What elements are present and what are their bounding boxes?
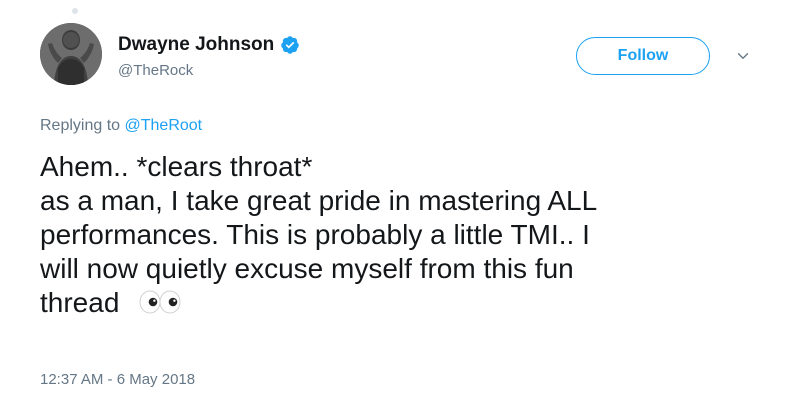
- tweet-line: as a man, I take great pride in masterin…: [40, 185, 598, 216]
- follow-button[interactable]: Follow: [576, 37, 710, 75]
- verified-badge-icon: [280, 35, 300, 55]
- author-info[interactable]: Dwayne Johnson: [118, 33, 300, 57]
- tweet-timestamp[interactable]: 12:37 AM - 6 May 2018: [40, 370, 195, 390]
- tweet-line: will now quietly excuse myself from this…: [40, 253, 574, 284]
- tweet-last-line: thread: [40, 286, 760, 320]
- eyes-emoji-icon: [137, 290, 183, 314]
- tweet-line: performances. This is probably a little …: [40, 219, 590, 250]
- tweet-line: thread: [40, 287, 120, 318]
- reply-context: Replying to @TheRoot: [40, 115, 202, 137]
- author-handle[interactable]: @TheRock: [118, 61, 193, 81]
- author-display-name[interactable]: Dwayne Johnson: [118, 33, 274, 57]
- tweet-card: Dwayne Johnson @TheRock Follow Replying …: [0, 0, 800, 420]
- chevron-down-icon[interactable]: [734, 47, 752, 65]
- tweet-text: Ahem.. *clears throat* as a man, I take …: [40, 150, 760, 320]
- top-separator-mark: [72, 8, 78, 14]
- reply-prefix: Replying to: [40, 117, 121, 134]
- avatar[interactable]: [40, 23, 102, 85]
- tweet-line: Ahem.. *clears throat*: [40, 151, 313, 182]
- reply-target-link[interactable]: @TheRoot: [125, 117, 203, 134]
